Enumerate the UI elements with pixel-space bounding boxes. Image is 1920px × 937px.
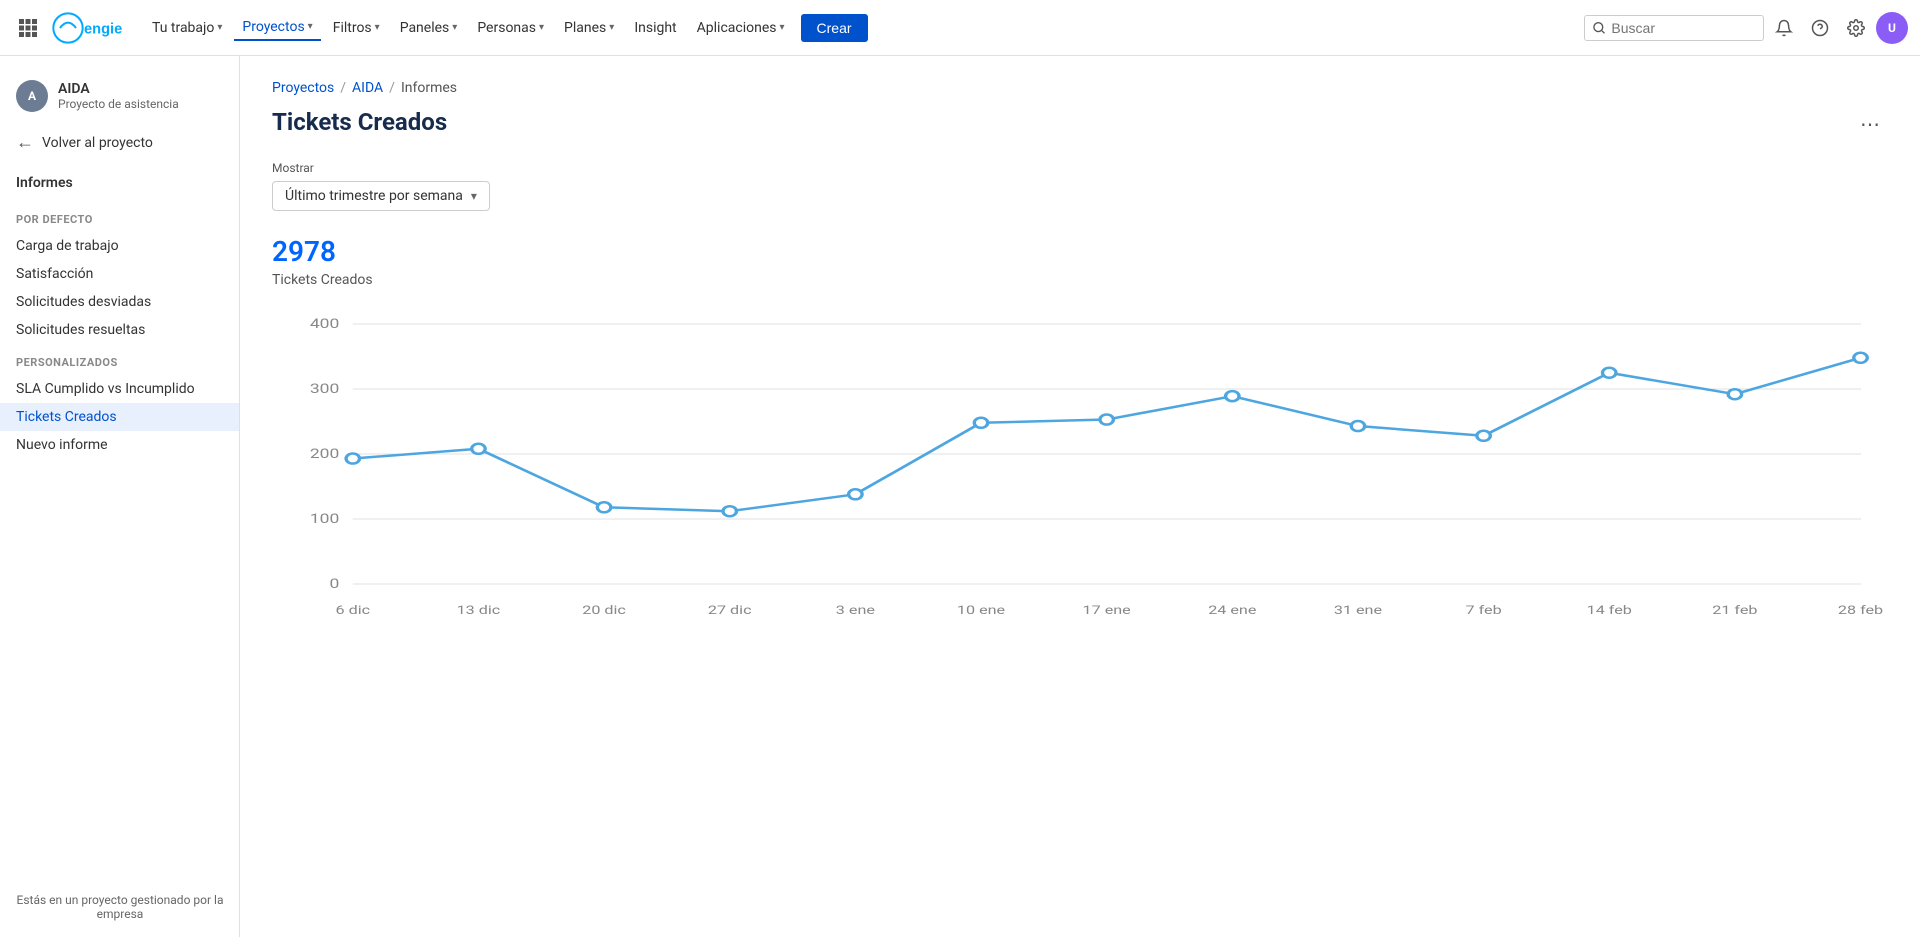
svg-text:engie: engie xyxy=(84,21,122,37)
nav-tu-trabajo[interactable]: Tu trabajo ▾ xyxy=(144,16,230,40)
chevron-down-icon: ▾ xyxy=(539,22,544,33)
chevron-down-icon: ▾ xyxy=(609,22,614,33)
app-logo: engie xyxy=(52,10,132,46)
svg-text:200: 200 xyxy=(310,446,340,461)
topnav: engie Tu trabajo ▾ Proyectos ▾ Filtros ▾… xyxy=(0,0,1920,56)
sidebar-heading-informes: Informes xyxy=(0,169,239,197)
main-content: Proyectos / AIDA / Informes Tickets Crea… xyxy=(240,56,1920,937)
svg-text:21 feb: 21 feb xyxy=(1712,604,1757,617)
svg-text:300: 300 xyxy=(310,381,340,396)
breadcrumb-proyectos[interactable]: Proyectos xyxy=(272,80,334,96)
chevron-down-icon: ▾ xyxy=(217,22,222,33)
svg-text:28 feb: 28 feb xyxy=(1838,604,1883,617)
back-to-project-link[interactable]: ← Volver al proyecto xyxy=(0,124,239,161)
nav-paneles[interactable]: Paneles ▾ xyxy=(392,16,466,40)
breadcrumb-aida[interactable]: AIDA xyxy=(352,80,383,96)
chevron-down-icon: ▾ xyxy=(308,21,313,32)
filter-dropdown[interactable]: Último trimestre por semana ▾ xyxy=(272,181,490,211)
sidebar-item-nuevo-informe[interactable]: Nuevo informe xyxy=(0,431,239,459)
chevron-down-icon: ▾ xyxy=(779,22,784,33)
svg-text:24 ene: 24 ene xyxy=(1208,604,1257,617)
project-subtitle: Proyecto de asistencia xyxy=(58,97,179,111)
sidebar-section-personalizados: PERSONALIZADOS xyxy=(0,344,239,375)
sidebar-item-satisfaccion[interactable]: Satisfacción xyxy=(0,260,239,288)
settings-icon[interactable] xyxy=(1840,12,1872,44)
line-chart: 400 300 200 100 0 xyxy=(272,304,1888,644)
metric-section: 2978 Tickets Creados xyxy=(272,235,1888,288)
search-box[interactable] xyxy=(1584,15,1764,41)
page-title: Tickets Creados xyxy=(272,108,447,136)
sidebar-project-header: A AIDA Proyecto de asistencia xyxy=(0,72,239,124)
metric-label: Tickets Creados xyxy=(272,272,1888,288)
avatar-icon[interactable]: U xyxy=(1876,12,1908,44)
project-name: AIDA xyxy=(58,81,179,97)
nav-planes[interactable]: Planes ▾ xyxy=(556,16,622,40)
nav-filtros[interactable]: Filtros ▾ xyxy=(325,16,388,40)
page-header: Tickets Creados ⋯ xyxy=(272,108,1888,141)
more-options-button[interactable]: ⋯ xyxy=(1852,108,1888,141)
metric-value: 2978 xyxy=(272,235,1888,268)
sidebar-footer: Estás en un proyecto gestionado por la e… xyxy=(0,877,240,937)
nav-personas[interactable]: Personas ▾ xyxy=(469,16,552,40)
filter-label: Mostrar xyxy=(272,161,1888,175)
svg-text:20 dic: 20 dic xyxy=(582,604,626,617)
chart-area: 400 300 200 100 0 xyxy=(272,304,1888,644)
chevron-down-icon: ▾ xyxy=(471,189,477,203)
svg-text:17 ene: 17 ene xyxy=(1083,604,1132,617)
chevron-down-icon: ▾ xyxy=(375,22,380,33)
svg-text:6 dic: 6 dic xyxy=(336,604,371,617)
svg-text:100: 100 xyxy=(310,511,340,526)
svg-text:27 dic: 27 dic xyxy=(708,604,752,617)
sidebar-section-por-defecto: POR DEFECTO xyxy=(0,201,239,232)
svg-text:13 dic: 13 dic xyxy=(457,604,501,617)
svg-text:10 ene: 10 ene xyxy=(957,604,1006,617)
nav-aplicaciones[interactable]: Aplicaciones ▾ xyxy=(689,16,793,40)
svg-text:400: 400 xyxy=(310,316,340,331)
breadcrumb-informes: Informes xyxy=(401,80,457,96)
create-button[interactable]: Crear xyxy=(801,14,868,42)
chevron-down-icon: ▾ xyxy=(452,22,457,33)
svg-text:14 feb: 14 feb xyxy=(1587,604,1632,617)
sidebar-item-sla[interactable]: SLA Cumplido vs Incumplido xyxy=(0,375,239,403)
search-input[interactable] xyxy=(1611,20,1755,36)
svg-text:7 feb: 7 feb xyxy=(1466,604,1502,617)
sidebar-item-resueltas[interactable]: Solicitudes resueltas xyxy=(0,316,239,344)
notifications-icon[interactable] xyxy=(1768,12,1800,44)
svg-text:0: 0 xyxy=(329,576,339,591)
sidebar-item-desviadas[interactable]: Solicitudes desviadas xyxy=(0,288,239,316)
back-icon: ← xyxy=(16,132,34,153)
nav-insight[interactable]: Insight xyxy=(626,16,684,40)
help-icon[interactable] xyxy=(1804,12,1836,44)
sidebar-item-tickets-creados[interactable]: Tickets Creados xyxy=(0,403,239,431)
chart-container: 400 300 200 100 0 xyxy=(272,304,1888,644)
sidebar-item-carga[interactable]: Carga de trabajo xyxy=(0,232,239,260)
nav-proyectos[interactable]: Proyectos ▾ xyxy=(234,15,320,41)
search-icon xyxy=(1593,21,1605,35)
grid-menu-icon[interactable] xyxy=(12,12,44,44)
sidebar: A AIDA Proyecto de asistencia ← Volver a… xyxy=(0,56,240,937)
filter-section: Mostrar Último trimestre por semana ▾ xyxy=(272,161,1888,211)
svg-text:3 ene: 3 ene xyxy=(836,604,876,617)
breadcrumb: Proyectos / AIDA / Informes xyxy=(272,80,1888,96)
svg-text:31 ene: 31 ene xyxy=(1334,604,1383,617)
avatar: A xyxy=(16,80,48,112)
